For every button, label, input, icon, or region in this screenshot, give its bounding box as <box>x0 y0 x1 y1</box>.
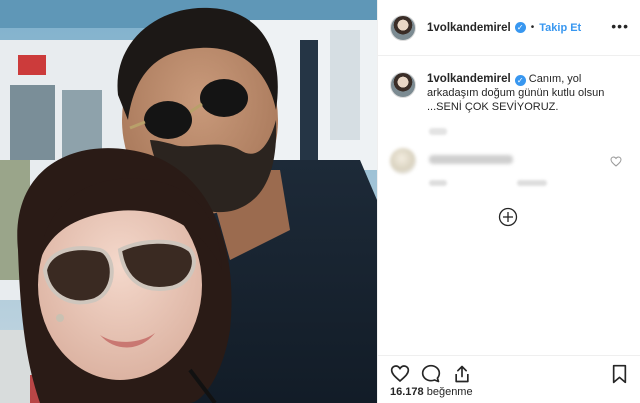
blurred-timestamp <box>429 128 447 135</box>
share-icon[interactable] <box>452 364 472 384</box>
caption-text: 1volkandemirel ✓ Canım, yol arkadaşım doğ… <box>427 72 604 114</box>
post-header: 1volkandemirel ✓ • Takip Et ••• <box>378 0 640 56</box>
comment-avatar[interactable] <box>390 148 416 174</box>
follow-button[interactable]: Takip Et <box>539 22 581 34</box>
caption-line-1: Canım, yol <box>528 73 582 85</box>
caption-username[interactable]: 1volkandemirel <box>427 73 511 85</box>
caption-line-2: arkadaşım doğum günün kutlu olsun <box>427 87 605 99</box>
bookmark-icon[interactable] <box>611 364 628 384</box>
action-bar <box>378 355 640 389</box>
comment-reply-blurred[interactable] <box>517 180 547 186</box>
likes-number: 16.178 <box>390 386 424 398</box>
post-photo[interactable] <box>0 0 377 403</box>
verified-badge-icon: ✓ <box>514 22 526 33</box>
heart-icon[interactable] <box>390 364 410 383</box>
photo-image <box>0 0 377 403</box>
caption-verified-badge-icon: ✓ <box>514 75 526 86</box>
comment-heart-icon[interactable] <box>610 156 622 167</box>
plus-circle-icon[interactable] <box>498 207 518 227</box>
comment-time-blurred <box>429 180 447 186</box>
separator-dot: • <box>530 22 535 33</box>
caption-author-avatar[interactable] <box>390 72 416 98</box>
likes-count[interactable]: 16.178 beğenme <box>390 386 473 398</box>
comment-item <box>390 144 630 194</box>
comment-icon[interactable] <box>421 364 441 384</box>
author-username[interactable]: 1volkandemirel <box>427 22 511 34</box>
more-options-icon[interactable]: ••• <box>611 19 629 33</box>
post-details-panel: 1volkandemirel ✓ • Takip Et ••• 1volkand… <box>377 0 640 403</box>
author-avatar[interactable] <box>390 14 416 41</box>
likes-label: beğenme <box>426 386 473 398</box>
post-caption: 1volkandemirel ✓ Canım, yol arkadaşım doğ… <box>390 72 630 114</box>
comment-username-blurred <box>429 155 513 164</box>
caption-line-3: ...SENİ ÇOK SEVİYORUZ. <box>427 101 559 113</box>
